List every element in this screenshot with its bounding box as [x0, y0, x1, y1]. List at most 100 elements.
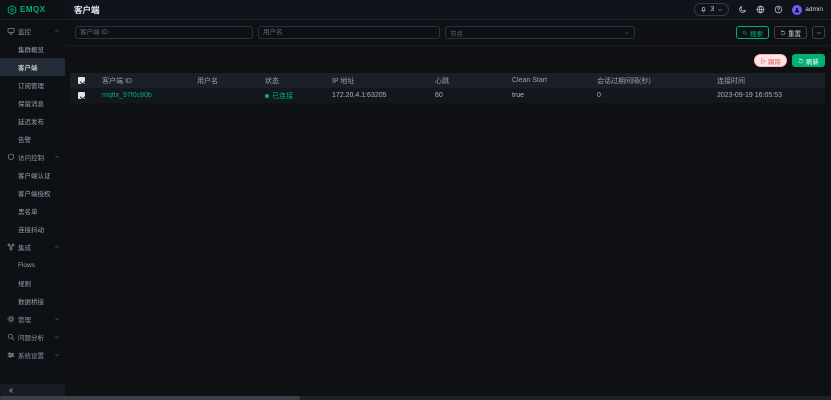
reset-button[interactable]: 重置 — [774, 26, 807, 39]
collapse-filters-button[interactable] — [812, 26, 825, 39]
sidebar-item-g0-1[interactable]: 客户端 — [0, 58, 65, 76]
chevron-down-icon — [717, 7, 723, 13]
sidebar-group-label: 访问控制 — [18, 152, 51, 162]
chevron-down-icon — [54, 334, 60, 340]
page-title: 客户端 — [65, 4, 100, 16]
username-filter-input[interactable] — [258, 26, 440, 39]
clients-page: 节点 搜索 重置 踢除 — [65, 20, 831, 396]
sidebar: 监控集群概览客户端订阅管理保留消息延迟发布告警访问控制客户端认证客户端授权黑名单… — [0, 20, 65, 396]
column-header-7: 连接时间 — [717, 76, 825, 86]
sidebar-item-g0-0[interactable]: 集群概览 — [0, 40, 65, 58]
header-actions: 3 admin — [694, 3, 831, 16]
horizontal-scrollbar-thumb[interactable] — [0, 396, 300, 400]
sidebar-collapse-button[interactable] — [0, 384, 65, 396]
management-icon — [7, 315, 15, 323]
chevron-down-icon — [54, 352, 60, 358]
help-icon[interactable] — [774, 5, 783, 14]
row-checkbox[interactable] — [78, 92, 85, 99]
sidebar-item-g2-2[interactable]: 数据桥接 — [0, 292, 65, 310]
refresh-icon — [798, 58, 804, 64]
reset-icon — [780, 30, 786, 36]
sidebar-group-label: 问题分析 — [18, 332, 51, 342]
table-toolbar: 踢除 刷新 — [65, 46, 831, 73]
clients-table: 客户端 ID用户名状态IP 地址心跳Clean Start会话过期间隔(秒)连接… — [70, 73, 825, 104]
column-header-5: Clean Start — [512, 77, 597, 84]
chevron-up-icon — [54, 28, 60, 34]
diagnose-icon — [7, 333, 15, 341]
refresh-button-label: 刷新 — [806, 56, 819, 66]
sidebar-group-3[interactable]: 管理 — [0, 310, 65, 328]
alarm-dropdown[interactable]: 3 — [694, 3, 729, 16]
sidebar-item-g0-5[interactable]: 告警 — [0, 130, 65, 148]
user-menu[interactable]: admin — [792, 5, 823, 15]
sidebar-item-g1-3[interactable]: 连接抖动 — [0, 220, 65, 238]
table-body: mqttx_97f0c80b已连接172.20.4.1:6320560true0… — [70, 88, 825, 104]
sidebar-item-g1-1[interactable]: 客户端授权 — [0, 184, 65, 202]
search-button-label: 搜索 — [750, 28, 763, 38]
avatar — [792, 5, 802, 15]
clean-start-cell: true — [512, 92, 597, 99]
top-header: EMQX 客户端 3 admin — [0, 0, 831, 20]
language-globe-icon[interactable] — [756, 5, 765, 14]
column-header-0: 客户端 ID — [102, 76, 197, 86]
client-id-link[interactable]: mqttx_97f0c80b — [102, 92, 197, 99]
chevron-down-icon — [816, 30, 822, 36]
sidebar-item-g0-3[interactable]: 保留消息 — [0, 94, 65, 112]
sidebar-item-g0-2[interactable]: 订阅管理 — [0, 76, 65, 94]
sidebar-group-label: 集成 — [18, 242, 51, 252]
refresh-button[interactable]: 刷新 — [792, 54, 825, 67]
brand-name: EMQX — [20, 5, 46, 14]
emqx-logo-icon — [7, 5, 17, 15]
kick-button-label: 踢除 — [768, 56, 781, 66]
filter-bar: 节点 搜索 重置 — [65, 20, 831, 46]
collapse-left-icon — [7, 387, 14, 394]
bell-icon — [700, 6, 707, 13]
sidebar-item-g1-2[interactable]: 黑名单 — [0, 202, 65, 220]
user-name: admin — [805, 6, 823, 13]
theme-toggle-moon-icon[interactable] — [738, 5, 747, 14]
sidebar-group-1[interactable]: 访问控制 — [0, 148, 65, 166]
status-dot-icon — [265, 94, 269, 98]
column-header-4: 心跳 — [435, 76, 512, 86]
sidebar-nav: 监控集群概览客户端订阅管理保留消息延迟发布告警访问控制客户端认证客户端授权黑名单… — [0, 20, 65, 384]
sidebar-item-g1-0[interactable]: 客户端认证 — [0, 166, 65, 184]
sidebar-group-label: 管理 — [18, 314, 51, 324]
integration-icon — [7, 243, 15, 251]
alarm-count: 3 — [710, 6, 714, 13]
shield-icon — [7, 153, 15, 161]
keepalive-cell: 60 — [435, 92, 512, 99]
chevron-down-icon — [624, 30, 630, 36]
column-header-3: IP 地址 — [332, 76, 435, 86]
status-text: 已连接 — [272, 91, 293, 101]
horizontal-scrollbar[interactable] — [0, 396, 831, 400]
sidebar-group-2[interactable]: 集成 — [0, 238, 65, 256]
sidebar-group-5[interactable]: 系统设置 — [0, 346, 65, 364]
sidebar-item-g0-4[interactable]: 延迟发布 — [0, 112, 65, 130]
table-header-row: 客户端 ID用户名状态IP 地址心跳Clean Start会话过期间隔(秒)连接… — [70, 73, 825, 88]
chevron-up-icon — [54, 244, 60, 250]
sidebar-group-4[interactable]: 问题分析 — [0, 328, 65, 346]
node-filter-select[interactable]: 节点 — [445, 26, 635, 39]
status-badge: 已连接 — [265, 91, 332, 101]
table-row: mqttx_97f0c80b已连接172.20.4.1:6320560true0… — [70, 88, 825, 104]
search-icon — [742, 30, 748, 36]
node-select-placeholder: 节点 — [450, 28, 463, 38]
kick-client-button[interactable]: 踢除 — [754, 54, 787, 67]
sidebar-group-label: 系统设置 — [18, 350, 51, 360]
sidebar-item-g2-1[interactable]: 规则 — [0, 274, 65, 292]
search-button[interactable]: 搜索 — [736, 26, 769, 39]
select-all-checkbox[interactable] — [78, 77, 85, 84]
monitor-icon — [7, 27, 15, 35]
chevron-up-icon — [54, 154, 60, 160]
sidebar-group-0[interactable]: 监控 — [0, 22, 65, 40]
logo[interactable]: EMQX — [0, 0, 65, 19]
column-header-2: 状态 — [265, 76, 332, 86]
chevron-down-icon — [54, 316, 60, 322]
column-header-6: 会话过期间隔(秒) — [597, 76, 717, 86]
client-id-filter-input[interactable] — [75, 26, 253, 39]
column-header-1: 用户名 — [197, 76, 265, 86]
sidebar-item-g2-0[interactable]: Flows — [0, 256, 65, 274]
session-expiry-cell: 0 — [597, 92, 717, 99]
reset-button-label: 重置 — [788, 28, 801, 38]
settings-icon — [7, 351, 15, 359]
